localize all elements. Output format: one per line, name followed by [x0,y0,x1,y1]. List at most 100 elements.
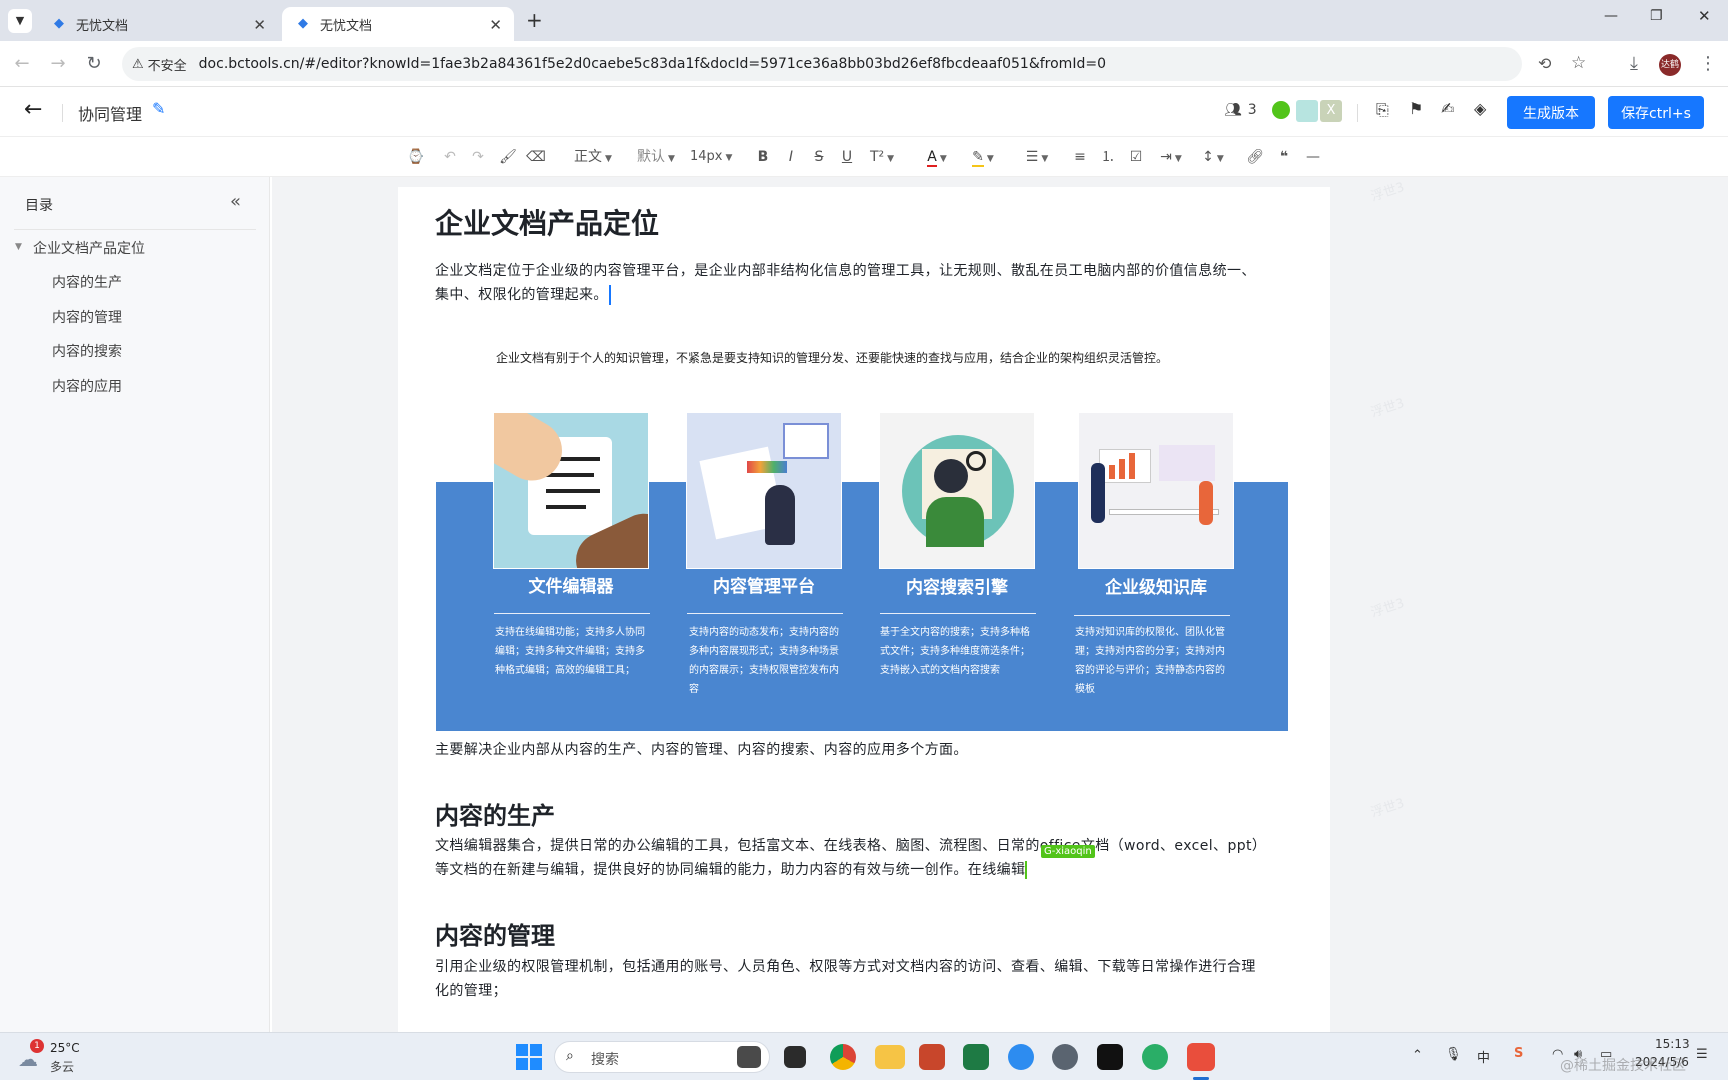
line-height-icon[interactable]: ↕ ▼ [1196,147,1230,167]
summary-paragraph[interactable]: 主要解决企业内部从内容的生产、内容的管理、内容的搜索、内容的应用多个方面。 [435,738,968,762]
new-tab-button[interactable]: + [526,8,543,32]
quote-icon[interactable]: ❝ [1274,147,1294,167]
management-paragraph[interactable]: 引用企业级的权限管理机制，包括通用的账号、人员角色、权限等方式对文档内容的访问、… [435,955,1295,1003]
font-size-select[interactable]: 14px ▼ [690,147,746,167]
horizontal-rule-icon[interactable]: — [1303,147,1323,167]
bookmark-star-icon[interactable]: ☆ [1571,53,1586,73]
move-folder-icon[interactable]: ⎘ [1376,100,1389,120]
weather-widget[interactable]: ☁ 1 25°C 多云 [18,1039,88,1075]
save-button[interactable]: 保存ctrl+s [1608,96,1704,129]
url-text[interactable]: doc.bctools.cn/#/editor?knowId=1fae3b2a8… [199,56,1106,72]
layers-icon[interactable]: ◈ [1474,99,1486,118]
intro-paragraph[interactable]: 企业文档定位于企业级的内容管理平台，是企业内部非结构化信息的管理工具，让无规则、… [435,259,1295,307]
chrome-icon[interactable] [830,1044,856,1070]
browser-tab-2[interactable]: ◆ 无忧文档 ✕ [282,7,514,41]
toc-item-search[interactable]: 内容的搜索 [52,341,122,361]
underline-icon[interactable]: U [837,147,857,167]
close-tab-icon[interactable]: ✕ [489,16,502,34]
doc-heading-production[interactable]: 内容的生产 [435,796,555,831]
sign-icon[interactable]: ✍ [1441,99,1454,118]
history-icon[interactable]: ⌚ [406,147,426,167]
more-menu-icon[interactable]: ⋮ [1696,52,1720,76]
ime-indicator[interactable]: 中 [1477,1047,1490,1066]
url-bar[interactable]: ⚠ 不安全 doc.bctools.cn/#/editor?knowId=1fa… [122,47,1586,81]
paragraph-style-value: 正文 [574,149,602,165]
wechat-taskbar-icon[interactable] [1142,1044,1168,1070]
toc-item-application[interactable]: 内容的应用 [52,376,122,396]
translate-icon[interactable]: ⟲ [1538,54,1551,73]
settings-icon[interactable] [1052,1044,1078,1070]
excel-icon[interactable] [963,1044,989,1070]
undo-icon[interactable]: ↶ [440,147,460,167]
chat-app-icon[interactable] [1008,1044,1034,1070]
ordered-list-icon[interactable]: ⒈ [1098,147,1118,167]
superscript-icon[interactable]: T² ▼ [866,147,898,167]
insecure-label: 不安全 [147,58,187,74]
generate-version-button[interactable]: 生成版本 [1507,96,1595,129]
recorder-icon[interactable] [1187,1043,1215,1071]
collaborator-avatar-x[interactable]: X [1320,100,1342,122]
taskbar-search[interactable]: ⌕ 搜索 [554,1041,770,1073]
doc-heading-management[interactable]: 内容的管理 [435,916,555,951]
window-close-icon[interactable]: ✕ [1698,7,1711,25]
wechat-icon[interactable] [1272,101,1290,119]
forward-icon[interactable]: → [46,52,70,76]
tray-chevron-icon[interactable]: ⌃ [1412,1048,1423,1063]
font-family-select[interactable]: 默认 ▼ [637,147,691,167]
clock-time[interactable]: 15:13 [1655,1037,1690,1051]
back-icon[interactable]: ← [10,52,34,76]
reload-icon[interactable]: ↻ [82,52,106,76]
edit-title-icon[interactable]: ✎ [152,99,165,118]
restore-icon[interactable]: ❐ [1650,8,1663,24]
start-button[interactable] [516,1044,542,1070]
tab-search-button[interactable]: ▼ [8,9,32,33]
header-divider [62,104,63,122]
paragraph-style-select[interactable]: 正文 ▼ [574,147,628,167]
bullet-list-icon[interactable]: ≡ [1070,147,1090,167]
powerpoint-icon[interactable] [919,1044,945,1070]
toc-item-production[interactable]: 内容的生产 [52,272,122,292]
task-list-icon[interactable]: ☑ [1126,147,1146,167]
doc-heading-positioning[interactable]: 企业文档产品定位 [435,202,659,242]
notification-icon[interactable]: ☰ [1696,1047,1708,1062]
browser-tab-1[interactable]: ◆ 无忧文档 ✕ [38,7,278,41]
download-icon[interactable]: ⤓ [1622,52,1646,76]
card-image-knowledge [1078,412,1234,569]
taskbar: ☁ 1 25°C 多云 ⌕ 搜索 ⌃ 🎙︎ 中 S ◠ 🔊︎ ▭ 15:13 2… [0,1032,1728,1080]
capcut-icon[interactable] [1097,1044,1123,1070]
favicon-icon: ◆ [54,16,64,31]
collaborators[interactable]: 👥︎ 3 [1224,102,1257,118]
security-indicator[interactable]: ⚠ 不安全 [132,55,187,74]
task-view-icon[interactable] [784,1046,806,1068]
align-icon[interactable]: ☰ ▼ [1020,147,1054,167]
bookmark-icon[interactable]: ⚑ [1409,99,1423,118]
strikethrough-icon[interactable]: S [809,147,829,167]
file-explorer-icon[interactable] [875,1045,905,1069]
profile-avatar[interactable]: 达鹤 [1659,54,1681,76]
highlight-icon[interactable]: ✎ ▼ [966,147,1000,167]
card-rule [880,613,1036,614]
toc-expand-icon[interactable]: ▼ [15,242,22,252]
indent-icon[interactable]: ⇥ ▼ [1154,147,1188,167]
microphone-icon[interactable]: 🎙︎ [1445,1047,1462,1062]
collaborator-avatar[interactable] [1296,100,1318,122]
chevron-down-icon: ▼ [939,154,947,164]
format-painter-icon[interactable]: 🖌︎ [498,147,518,167]
sogou-icon[interactable]: S [1514,1046,1523,1061]
font-color-icon[interactable]: A ▼ [920,147,954,167]
link-icon[interactable]: 🔗︎ [1245,147,1265,167]
toc-item-positioning[interactable]: 企业文档产品定位 [33,238,145,258]
production-paragraph[interactable]: 文档编辑器集合，提供日常的办公编辑的工具，包括富文本、在线表格、脑图、流程图、日… [435,834,1295,882]
bold-icon[interactable]: B [753,147,773,167]
clear-format-icon[interactable]: ⌫ [526,147,546,167]
card-image-cms [686,412,842,569]
italic-icon[interactable]: I [781,147,801,167]
document-page[interactable]: 企业文档产品定位 企业文档定位于企业级的内容管理平台，是企业内部非结构化信息的管… [398,187,1330,1032]
collapse-sidebar-icon[interactable]: « [230,191,241,212]
back-arrow-icon[interactable]: ← [24,97,42,122]
toc-item-management[interactable]: 内容的管理 [52,307,122,327]
redo-icon[interactable]: ↷ [468,147,488,167]
minimize-icon[interactable]: — [1604,8,1618,24]
doc-title[interactable]: 协同管理 [78,101,142,125]
close-tab-icon[interactable]: ✕ [253,16,266,34]
